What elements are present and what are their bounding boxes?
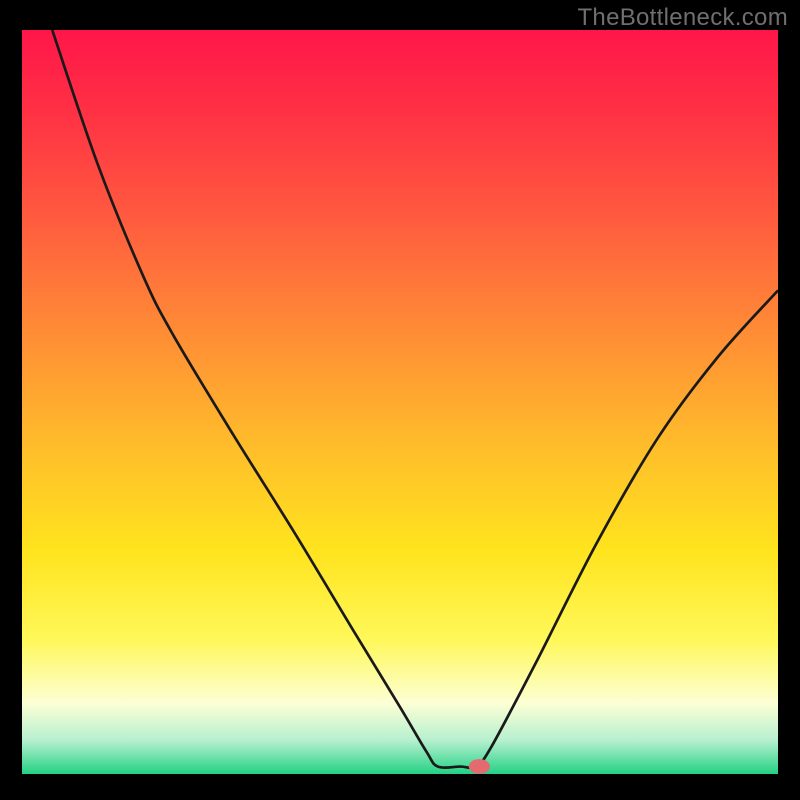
plot-area [22,30,778,774]
optimal-marker [469,759,490,774]
chart-frame: TheBottleneck.com [0,0,800,800]
watermark-text: TheBottleneck.com [577,4,788,32]
chart-svg [22,30,778,774]
chart-background [22,30,778,774]
